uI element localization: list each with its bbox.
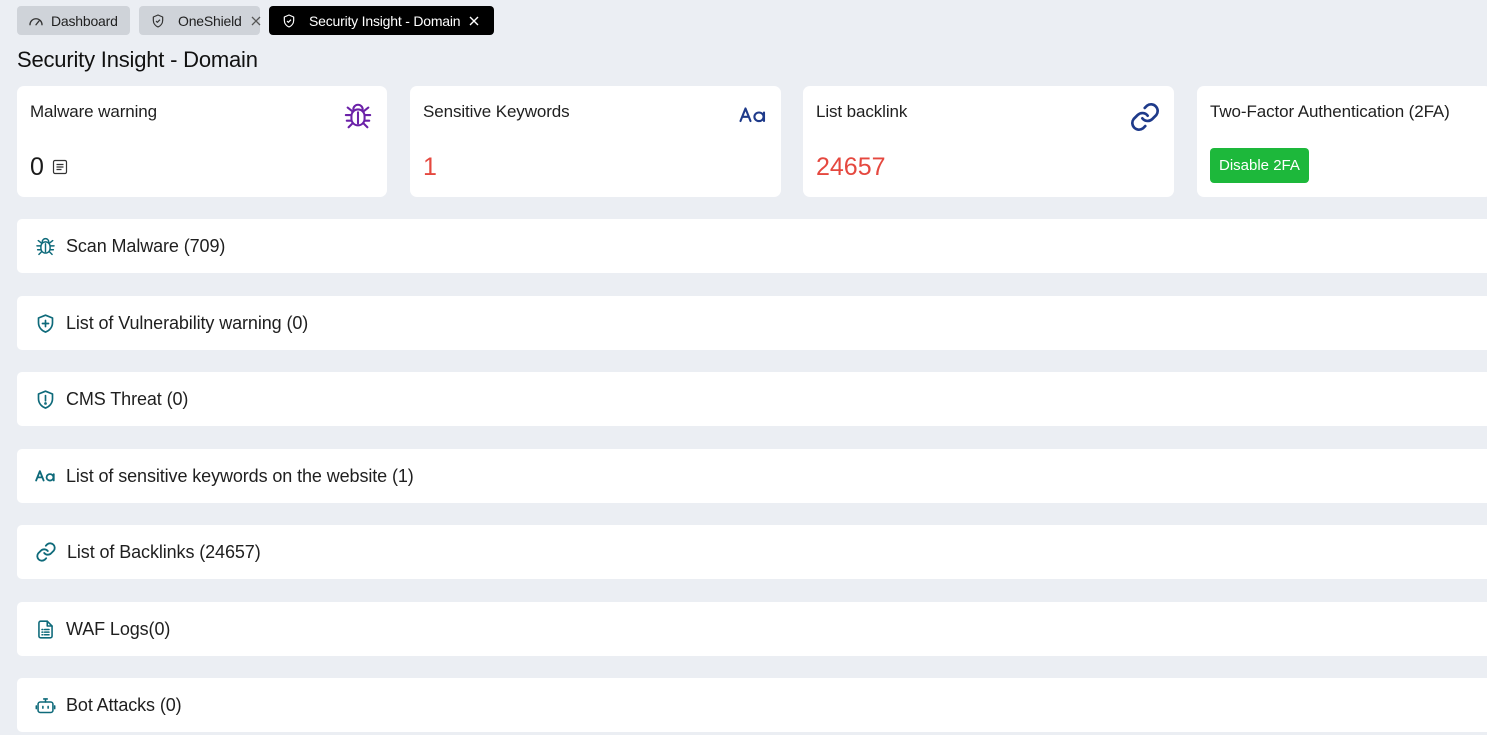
shield-icon: [150, 13, 166, 29]
section-backlinks[interactable]: List of Backlinks (24657): [17, 525, 1487, 579]
section-label: CMS Threat (0): [66, 388, 189, 409]
keywords-value: 1: [423, 153, 437, 181]
document-list-icon: [35, 619, 56, 640]
tab-label: Dashboard: [51, 12, 118, 29]
section-label: List of Vulnerability warning (0): [66, 312, 309, 333]
section-waf-logs[interactable]: WAF Logs(0): [17, 602, 1487, 656]
section-label: List of Backlinks (24657): [67, 541, 261, 562]
tab-dashboard[interactable]: Dashboard: [17, 6, 130, 35]
card-label: Sensitive Keywords: [423, 102, 570, 121]
malware-value: 0: [30, 153, 44, 181]
shield-plus-icon: [35, 313, 56, 334]
tab-oneshield[interactable]: OneShield: [139, 6, 262, 35]
section-bot-attacks[interactable]: Bot Attacks (0): [17, 678, 1487, 732]
sensitive-keywords-card: Sensitive Keywords 1: [410, 86, 781, 197]
section-vulnerability[interactable]: List of Vulnerability warning (0): [17, 296, 1487, 350]
section-sensitive-keywords[interactable]: List of sensitive keywords on the websit…: [17, 449, 1487, 503]
tab-label: OneShield: [178, 12, 242, 29]
two-factor-card: Two-Factor Authentication (2FA) Disable …: [1197, 86, 1487, 197]
card-label: Two-Factor Authentication (2FA): [1210, 102, 1450, 121]
shield-alert-icon: [35, 389, 56, 410]
list-icon[interactable]: [52, 152, 68, 182]
close-icon[interactable]: [250, 15, 262, 27]
link-icon: [35, 541, 57, 563]
link-icon: [1129, 101, 1161, 138]
malware-count: 0: [30, 152, 68, 182]
bug-icon: [35, 236, 56, 257]
tab-label: Security Insight - Domain: [309, 12, 461, 29]
section-cms-threat[interactable]: CMS Threat (0): [17, 372, 1487, 426]
section-label: Bot Attacks (0): [66, 694, 182, 715]
page-title: Security Insight - Domain: [17, 47, 258, 72]
section-label: WAF Logs(0): [66, 618, 171, 639]
shield-icon: [281, 13, 297, 29]
robot-icon: [35, 695, 56, 716]
bug-icon: [343, 101, 373, 136]
close-icon[interactable]: [468, 15, 480, 27]
text-aa-icon: [35, 469, 56, 483]
card-label: Malware warning: [30, 102, 157, 121]
gauge-icon: [27, 12, 45, 30]
section-label: Scan Malware (709): [66, 235, 226, 256]
tab-bar: Dashboard OneShield Security Insight - D…: [17, 6, 494, 35]
malware-warning-card: Malware warning 0: [17, 86, 387, 197]
backlink-value: 24657: [816, 153, 886, 181]
section-label: List of sensitive keywords on the websit…: [66, 465, 414, 486]
text-aa-icon: [739, 106, 767, 129]
tab-security-insight[interactable]: Security Insight - Domain: [269, 6, 494, 35]
disable-2fa-button[interactable]: Disable 2FA: [1210, 148, 1309, 183]
backlink-card: List backlink 24657: [803, 86, 1174, 197]
card-label: List backlink: [816, 102, 908, 121]
section-scan-malware[interactable]: Scan Malware (709): [17, 219, 1487, 273]
